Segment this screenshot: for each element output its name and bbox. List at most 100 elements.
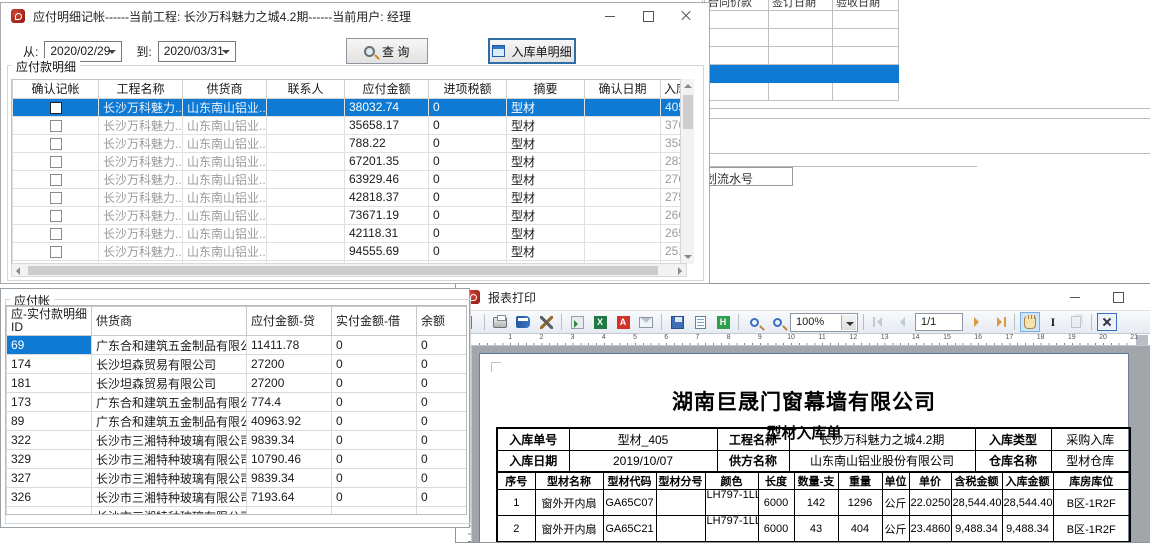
column-header[interactable]: 联系人 — [267, 80, 345, 98]
pdf-icon[interactable] — [613, 312, 633, 332]
scroll-right-icon[interactable] — [678, 267, 682, 275]
close-button[interactable] — [667, 3, 705, 29]
table-row[interactable]: 长沙万科魅力...山东南山铝业...38032.740型材405 — [13, 98, 688, 116]
scroll-left-icon[interactable] — [16, 267, 20, 275]
excel-icon[interactable] — [590, 312, 610, 332]
chevron-down-icon[interactable] — [841, 315, 856, 330]
horizontal-scrollbar[interactable] — [11, 263, 687, 277]
minimize-button[interactable] — [591, 3, 629, 29]
column-header[interactable]: 进项税额 — [429, 80, 507, 98]
table-row[interactable]: 69广东合和建筑五金制品有限公司11411.7800 — [7, 336, 468, 355]
print-icon[interactable] — [490, 312, 510, 332]
column-header[interactable]: 实付金额-借 — [332, 307, 417, 336]
report-preview-area[interactable]: 12345 湖南巨晟门窗幕墙有限公司 型材入库单 入库单号型材_405工程名称长… — [456, 346, 1150, 542]
hand-icon[interactable] — [1020, 312, 1040, 332]
maximize-button[interactable] — [1099, 284, 1137, 310]
table-row[interactable]: 长沙万科魅力...山东南山铝业...94555.690型材251 — [13, 242, 688, 260]
save-icon[interactable] — [667, 312, 687, 332]
table-row[interactable]: 326长沙市三湘特种玻璃有限公司7193.6400 — [7, 488, 468, 507]
payable-grid-viewport[interactable]: 应-实付款明细ID供货商应付金额-贷实付金额-借余额69广东合和建筑五金制品有限… — [5, 305, 467, 515]
column-header[interactable]: 供货商 — [92, 307, 247, 336]
table-row[interactable]: 长沙万科魅力...山东南山铝业...67201.350型材283 — [13, 152, 688, 170]
query-button[interactable]: 查 询 — [346, 38, 428, 64]
table-row[interactable]: 长沙市三湘特种玻璃有限公司 — [7, 507, 468, 516]
table-row[interactable] — [705, 65, 899, 83]
table-row[interactable]: 322长沙市三湘特种玻璃有限公司9839.3400 — [7, 431, 468, 450]
scrollbar-thumb[interactable] — [683, 95, 693, 129]
copy-icon[interactable] — [1066, 312, 1086, 332]
zoom-select[interactable]: 100% — [790, 313, 858, 332]
scroll-up-icon[interactable] — [684, 84, 692, 88]
maximize-button[interactable] — [629, 3, 667, 29]
column-header[interactable]: 应付金额-贷 — [247, 307, 332, 336]
export-icon[interactable] — [567, 312, 587, 332]
column-header[interactable]: 签订日期 — [769, 0, 833, 11]
email-icon[interactable] — [636, 312, 656, 332]
table-row[interactable]: 长沙万科魅力...山东南山铝业...35658.170型材376 — [13, 116, 688, 134]
book-icon[interactable] — [513, 312, 533, 332]
table-row[interactable]: 长沙万科魅力...山东南山铝业...63929.460型材276 — [13, 170, 688, 188]
close-preview-button[interactable] — [1097, 313, 1117, 331]
serial-number-field[interactable]: 划流水号 — [698, 167, 793, 186]
table-row[interactable]: 329长沙市三湘特种玻璃有限公司10790.4600 — [7, 450, 468, 469]
page-number-input[interactable]: 1/1 — [915, 313, 963, 331]
column-header[interactable]: 确认记帐 — [13, 80, 99, 98]
last-icon[interactable] — [989, 312, 1009, 332]
settings-icon[interactable] — [536, 312, 556, 332]
table-row[interactable]: 长沙万科魅力...山东南山铝业...788.220型材358 — [13, 134, 688, 152]
confirm-checkbox[interactable] — [50, 138, 62, 150]
confirm-checkbox[interactable] — [50, 120, 62, 132]
vertical-scrollbar[interactable] — [680, 79, 694, 264]
table-row[interactable]: 181长沙坦森贸易有限公司2720000 — [7, 374, 468, 393]
confirm-checkbox[interactable] — [50, 156, 62, 168]
table-row[interactable] — [705, 83, 899, 101]
inbound-detail-button[interactable]: 入库单明细 — [488, 38, 576, 64]
column-header[interactable]: 余额 — [417, 307, 468, 336]
column-header[interactable]: 合同价款 — [705, 0, 769, 11]
column-header[interactable]: 摘要 — [507, 80, 585, 98]
confirm-checkbox[interactable] — [50, 210, 62, 222]
column-header[interactable]: 应付金额 — [345, 80, 429, 98]
text-select-icon[interactable] — [1043, 312, 1063, 332]
next-icon[interactable] — [966, 312, 986, 332]
detail-titlebar[interactable]: 应付明细记帐------当前工程: 长沙万科魅力之城4.2期------当前用户… — [1, 3, 709, 29]
prev-icon[interactable] — [892, 312, 912, 332]
report-titlebar[interactable]: 报表打印 — [456, 284, 1150, 310]
table-row[interactable]: 174长沙坦森贸易有限公司2720000 — [7, 355, 468, 374]
document-icon[interactable] — [690, 312, 710, 332]
chevron-down-icon[interactable] — [108, 50, 116, 58]
table-row[interactable]: 173广东合和建筑五金制品有限公司774.400 — [7, 393, 468, 412]
table-row[interactable]: 89广东合和建筑五金制品有限公司40963.9200 — [7, 412, 468, 431]
cell: 27200 — [247, 355, 332, 374]
confirm-checkbox[interactable] — [50, 102, 62, 114]
column-header[interactable]: 供货商 — [183, 80, 267, 98]
scroll-down-icon[interactable] — [684, 255, 692, 259]
table-row[interactable] — [705, 47, 899, 65]
zoom-out-icon[interactable] — [767, 312, 787, 332]
column-header[interactable]: 工程名称 — [99, 80, 183, 98]
confirm-checkbox[interactable] — [50, 246, 62, 258]
html-icon[interactable] — [713, 312, 733, 332]
confirm-checkbox[interactable] — [50, 228, 62, 240]
table-row[interactable] — [705, 11, 899, 29]
to-date-select[interactable]: 2020/03/31 — [158, 41, 236, 62]
chevron-down-icon[interactable] — [222, 50, 230, 58]
table-row[interactable]: 长沙万科魅力...山东南山铝业...73671.190型材266 — [13, 206, 688, 224]
table-row[interactable] — [705, 29, 899, 47]
confirm-checkbox[interactable] — [50, 174, 62, 186]
confirm-checkbox[interactable] — [50, 192, 62, 204]
scrollbar-thumb[interactable] — [28, 266, 658, 275]
table-row[interactable]: 长沙万科魅力...山东南山铝业...42118.310型材265 — [13, 224, 688, 242]
column-header[interactable]: 验收日期 — [833, 0, 899, 11]
detail-grid-viewport[interactable]: 确认记帐工程名称供货商联系人应付金额进项税额摘要确认日期入库长沙万科魅力...山… — [11, 79, 687, 264]
zoom-in-icon[interactable] — [744, 312, 764, 332]
minimize-button[interactable] — [1056, 284, 1094, 310]
close-button[interactable] — [1142, 284, 1150, 310]
cell: 0 — [429, 224, 507, 242]
table-row[interactable]: 长沙万科魅力...山东南山铝业...42818.370型材275 — [13, 188, 688, 206]
first-icon[interactable] — [869, 312, 889, 332]
table-row[interactable]: 327长沙市三湘特种玻璃有限公司9839.3400 — [7, 469, 468, 488]
column-header[interactable]: 确认日期 — [585, 80, 661, 98]
column-header[interactable]: 应-实付款明细ID — [7, 307, 92, 336]
cell: B区-1R2F — [1053, 490, 1130, 516]
